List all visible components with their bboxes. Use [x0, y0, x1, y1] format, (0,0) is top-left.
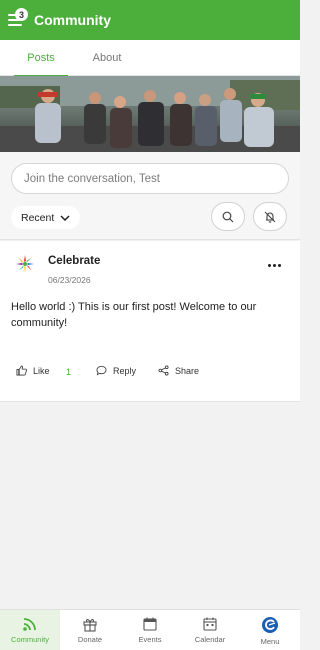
celebrate-avatar-icon	[16, 255, 34, 273]
share-button[interactable]: Share	[158, 365, 199, 376]
like-label: Like	[33, 365, 50, 376]
bottom-navigation: Community Donate Events Calendar Menu	[0, 609, 300, 650]
menu-logo-icon	[262, 617, 278, 633]
more-options-icon[interactable]	[264, 260, 284, 270]
calendar-icon	[203, 617, 217, 631]
sort-dropdown[interactable]: Recent	[11, 206, 81, 229]
events-calendar-icon	[143, 617, 157, 631]
join-conversation-input[interactable]	[11, 163, 289, 194]
share-icon	[158, 365, 169, 376]
community-feed-icon	[23, 618, 36, 631]
search-icon	[222, 211, 234, 222]
nav-label: Events	[138, 635, 162, 644]
tab-about[interactable]: About	[80, 40, 134, 76]
reply-label: Reply	[113, 365, 137, 376]
thumbs-up-icon	[16, 365, 27, 376]
nav-community[interactable]: Community	[0, 610, 60, 650]
app-header: 3 Community	[0, 0, 300, 40]
like-button[interactable]: Like	[16, 365, 50, 376]
reply-button[interactable]: Reply	[96, 365, 136, 376]
bell-off-icon	[264, 211, 276, 223]
nav-label: Menu	[260, 637, 280, 646]
tab-bar: Posts About	[0, 40, 300, 77]
page-title: Community	[34, 12, 111, 28]
post-date: 06/23/2026	[48, 275, 91, 285]
community-banner-image	[0, 76, 300, 152]
like-count[interactable]: 1	[66, 367, 71, 377]
nav-label: Donate	[77, 635, 103, 644]
notification-badge: 3	[15, 8, 28, 21]
comment-icon	[96, 365, 107, 376]
sort-label: Recent	[21, 211, 55, 224]
nav-menu[interactable]: Menu	[240, 610, 300, 650]
tab-posts[interactable]: Posts	[14, 40, 68, 77]
post-card: Celebrate 06/23/2026 Hello world :) This…	[0, 241, 300, 402]
nav-events[interactable]: Events	[120, 610, 180, 650]
post-body: Hello world :) This is our first post! W…	[11, 301, 257, 329]
search-button[interactable]	[211, 202, 245, 231]
nav-calendar[interactable]: Calendar	[180, 610, 240, 650]
nav-donate[interactable]: Donate	[60, 610, 120, 650]
nav-label: Calendar	[194, 635, 226, 644]
chevron-down-icon	[60, 214, 70, 221]
gift-icon	[83, 619, 97, 632]
menu-button[interactable]: 3	[8, 8, 30, 30]
share-label: Share	[175, 365, 200, 376]
notifications-toggle-button[interactable]	[253, 202, 287, 231]
nav-label: Community	[11, 635, 49, 644]
group-photo-banner	[0, 76, 300, 152]
post-author[interactable]: Celebrate	[48, 255, 100, 267]
post-actions: Like 1 Reply Share	[0, 365, 300, 381]
composer-area: Recent	[0, 152, 300, 240]
